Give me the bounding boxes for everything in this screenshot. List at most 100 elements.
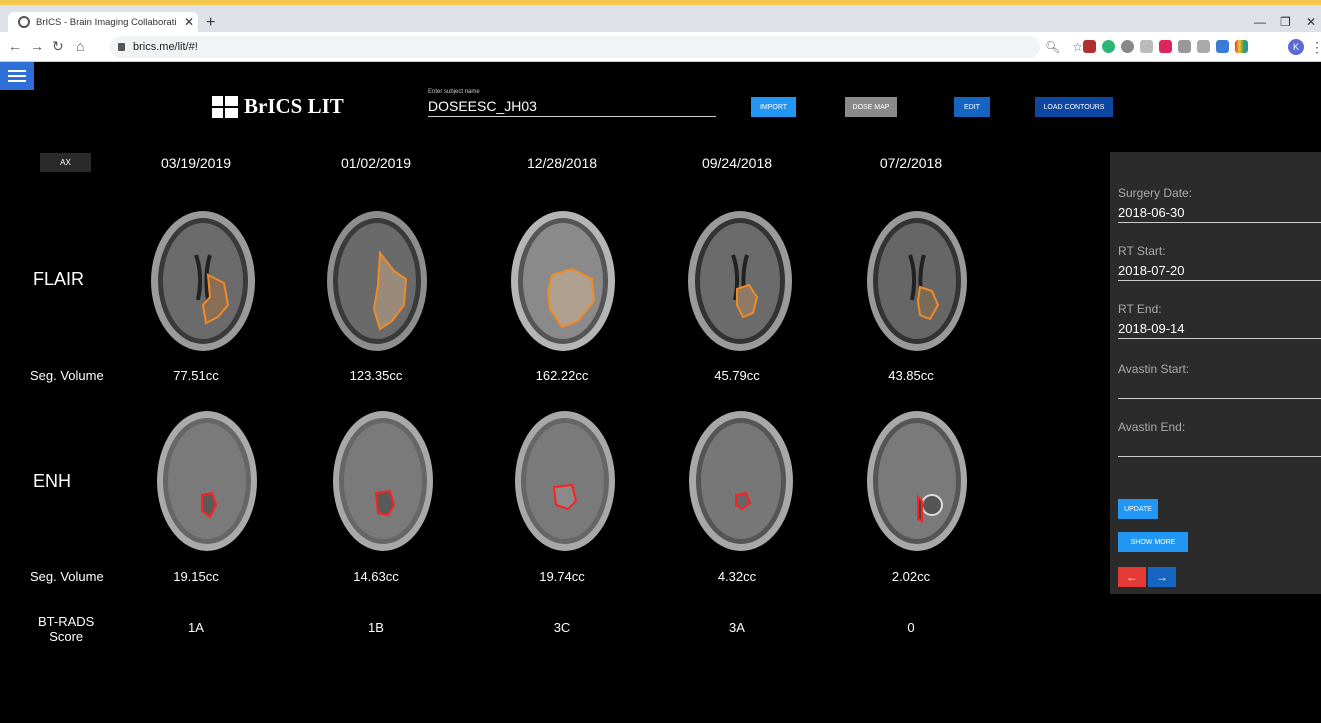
- hamburger-line-icon: [8, 75, 26, 77]
- close-window-icon[interactable]: ✕: [1306, 15, 1316, 29]
- show-more-button[interactable]: SHOW MORE: [1118, 532, 1188, 552]
- surgery-date-input[interactable]: 2018-06-30: [1118, 203, 1321, 223]
- scan-date: 12/28/2018: [526, 155, 598, 171]
- update-button[interactable]: UPDATE: [1118, 499, 1158, 519]
- browser-tab[interactable]: BrICS - Brain Imaging Collaborati ✕: [8, 12, 198, 32]
- enh-image[interactable]: [152, 405, 262, 555]
- scan-date: 07/2/2018: [879, 155, 943, 171]
- forward-icon[interactable]: →: [30, 38, 44, 54]
- extension-icon-9[interactable]: [1235, 40, 1248, 53]
- minimize-icon[interactable]: —: [1254, 15, 1266, 29]
- flair-image[interactable]: [685, 205, 795, 355]
- extension-icon-3[interactable]: [1121, 40, 1134, 53]
- enh-row-label: ENH: [33, 471, 72, 491]
- avastin-start-field: Avastin Start:: [1118, 362, 1321, 399]
- rt-end-field: RT End: 2018-09-14: [1118, 302, 1321, 339]
- extension-icon-2[interactable]: [1102, 40, 1115, 53]
- hamburger-line-icon: [8, 70, 26, 72]
- flair-row-label: FLAIR: [33, 269, 85, 289]
- import-button[interactable]: IMPORT: [751, 97, 796, 117]
- next-arrow-button[interactable]: →: [1148, 567, 1176, 587]
- load-contours-button[interactable]: LOAD CONTOURS: [1035, 97, 1113, 117]
- extension-icon-7[interactable]: [1197, 40, 1210, 53]
- edit-button[interactable]: EDIT: [954, 97, 990, 117]
- treatment-dates-panel: Surgery Date: 2018-06-30 RT Start: 2018-…: [1110, 152, 1321, 594]
- app-logo: BrICS LIT: [212, 94, 344, 119]
- extension-icon-1[interactable]: [1083, 40, 1096, 53]
- flair-image[interactable]: [508, 205, 618, 355]
- avastin-start-label: Avastin Start:: [1118, 362, 1190, 376]
- zoom-icon[interactable]: 🔍︎: [1045, 40, 1060, 54]
- extension-icon-6[interactable]: [1178, 40, 1191, 53]
- hamburger-line-icon: [8, 80, 26, 82]
- address-bar[interactable]: brics.me/lit/#!: [110, 36, 1040, 58]
- enh-seg-volume: 2.02cc: [891, 569, 931, 584]
- btrads-label: BT-RADS Score: [38, 614, 94, 644]
- flair-image[interactable]: [148, 205, 258, 355]
- avastin-start-input[interactable]: [1118, 379, 1321, 399]
- logo-text: BrICS LIT: [244, 94, 344, 118]
- subject-field: Enter subject name: [428, 89, 716, 117]
- maximize-icon[interactable]: ❐: [1280, 15, 1291, 29]
- btrads-score: 3A: [729, 620, 745, 635]
- app-container: BrICS LIT Enter subject name IMPORT DOSE…: [0, 62, 1321, 723]
- profile-avatar[interactable]: K: [1288, 39, 1304, 55]
- reload-icon[interactable]: ↻: [52, 38, 64, 55]
- btrads-score: 3C: [553, 620, 571, 635]
- flair-seg-volume-label: Seg. Volume: [30, 368, 104, 383]
- new-tab-icon[interactable]: +: [206, 14, 215, 32]
- extension-icon-4[interactable]: [1140, 40, 1153, 53]
- scan-date: 01/02/2019: [340, 155, 412, 171]
- flair-seg-volume: 45.79cc: [714, 368, 760, 383]
- omnibox-actions: 🔍︎ ☆: [1045, 40, 1083, 54]
- btrads-score: 1A: [188, 620, 204, 635]
- flair-image[interactable]: [322, 205, 432, 355]
- back-icon[interactable]: ←: [8, 38, 22, 54]
- extension-icon-5[interactable]: [1159, 40, 1172, 53]
- enh-seg-volume: 14.63cc: [353, 569, 399, 584]
- btrads-score: 1B: [368, 620, 384, 635]
- previous-arrow-button[interactable]: ←: [1118, 567, 1146, 587]
- rt-start-input[interactable]: 2018-07-20: [1118, 261, 1321, 281]
- enh-seg-volume: 19.74cc: [539, 569, 585, 584]
- logo-mark-icon: [212, 95, 238, 118]
- flair-seg-volume: 43.85cc: [888, 368, 934, 383]
- bookmark-star-icon[interactable]: ☆: [1072, 40, 1083, 54]
- site-favicon-icon: [18, 16, 30, 28]
- surgery-date-field: Surgery Date: 2018-06-30: [1118, 186, 1321, 223]
- tab-close-icon[interactable]: ✕: [180, 15, 198, 29]
- scan-date: 09/24/2018: [701, 155, 773, 171]
- rt-start-field: RT Start: 2018-07-20: [1118, 244, 1321, 281]
- btrads-score: 0: [907, 620, 915, 635]
- flair-image[interactable]: [862, 205, 972, 355]
- rt-end-label: RT End:: [1118, 302, 1162, 316]
- scan-date: 03/19/2019: [160, 155, 232, 171]
- subject-input[interactable]: [428, 95, 716, 117]
- enh-image[interactable]: [686, 405, 796, 555]
- enh-seg-volume-label: Seg. Volume: [30, 569, 104, 584]
- btrads-label-line2: Score: [49, 629, 84, 644]
- enh-image[interactable]: [862, 405, 972, 555]
- avastin-end-field: Avastin End:: [1118, 420, 1321, 457]
- rt-start-label: RT Start:: [1118, 244, 1166, 258]
- surgery-date-label: Surgery Date:: [1118, 186, 1193, 200]
- tab-title: BrICS - Brain Imaging Collaborati: [36, 16, 177, 28]
- hamburger-menu-button[interactable]: [0, 62, 34, 90]
- flair-seg-volume: 77.51cc: [173, 368, 219, 383]
- browser-toolbar: ← → ↻ ⌂ brics.me/lit/#! 🔍︎ ☆ K ⋮: [0, 32, 1321, 62]
- extension-icon-8[interactable]: [1216, 40, 1229, 53]
- flair-seg-volume: 123.35cc: [349, 368, 403, 383]
- rt-end-input[interactable]: 2018-09-14: [1118, 319, 1321, 339]
- browser-tab-bar: BrICS - Brain Imaging Collaborati ✕ + — …: [0, 5, 1321, 32]
- menu-dots-icon[interactable]: ⋮: [1310, 39, 1321, 56]
- enh-image[interactable]: [328, 405, 438, 555]
- avastin-end-input[interactable]: [1118, 437, 1321, 457]
- btrads-label-line1: BT-RADS: [38, 614, 95, 629]
- flair-seg-volume: 162.22cc: [535, 368, 589, 383]
- dose-map-button[interactable]: DOSE MAP: [845, 97, 897, 117]
- enh-image[interactable]: [510, 405, 620, 555]
- lock-icon: [118, 43, 125, 51]
- home-icon[interactable]: ⌂: [76, 38, 84, 54]
- axial-view-button[interactable]: AX: [40, 153, 91, 172]
- enh-seg-volume: 19.15cc: [173, 569, 219, 584]
